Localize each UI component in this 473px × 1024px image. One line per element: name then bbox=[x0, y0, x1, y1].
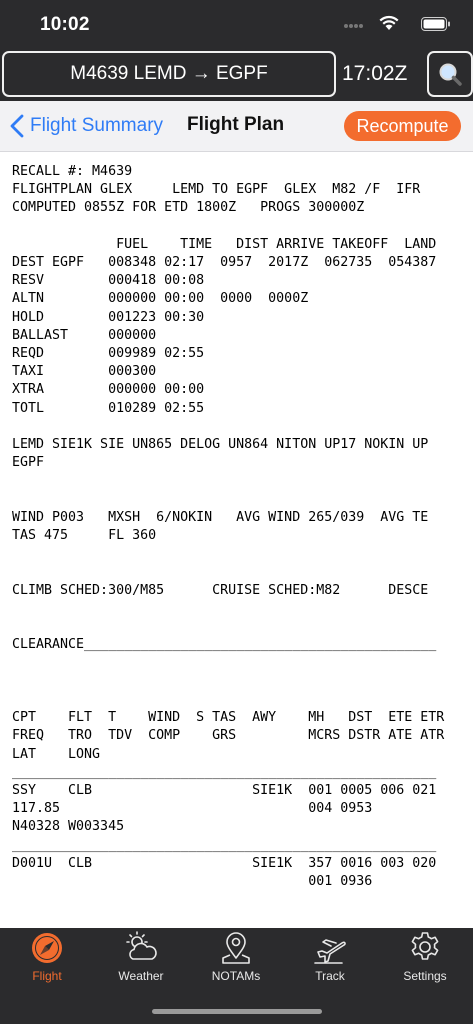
battery-icon bbox=[421, 17, 450, 31]
flight-plan-document[interactable]: RECALL #: M4639 FLIGHTPLAN GLEX LEMD TO … bbox=[0, 152, 473, 928]
flight-plan-line: 001 0936 bbox=[12, 873, 373, 889]
wifi-icon bbox=[379, 15, 399, 30]
tab-track[interactable]: Track bbox=[290, 931, 370, 991]
flight-plan-line: ________________________________________… bbox=[12, 837, 437, 853]
search-icon bbox=[439, 63, 462, 86]
flight-plan-line: COMPUTED 0855Z FOR ETD 1800Z PROGS 30000… bbox=[12, 200, 365, 216]
airplane-icon bbox=[314, 939, 346, 964]
flight-plan-line: WIND P003 MXSH 6/NOKIN AVG WIND 265/039 … bbox=[12, 509, 429, 525]
map-pin-icon bbox=[222, 932, 250, 964]
compass-icon bbox=[32, 933, 62, 963]
flight-plan-line: LAT LONG bbox=[12, 746, 101, 762]
flight-plan-line: 117.85 004 0953 bbox=[12, 801, 373, 817]
flight-route-field[interactable]: M4639 LEMD → EGPF bbox=[2, 51, 336, 97]
back-button[interactable]: Flight Summary bbox=[10, 113, 163, 139]
flight-plan-line: CPT FLT T WIND S TAS AWY MH DST ETE ETR bbox=[12, 710, 445, 726]
flight-plan-line: XTRA 000000 00:00 bbox=[12, 382, 205, 398]
back-button-label: Flight Summary bbox=[30, 115, 164, 136]
page-title: Flight Plan bbox=[187, 114, 285, 135]
tab-notams[interactable]: NOTAMs bbox=[196, 931, 276, 991]
flight-plan-line: REQD 009989 02:55 bbox=[12, 346, 205, 362]
search-button[interactable] bbox=[427, 51, 473, 97]
flight-plan-line: ________________________________________… bbox=[12, 764, 437, 780]
gear-icon bbox=[411, 932, 439, 960]
signal-icon bbox=[344, 24, 363, 28]
zulu-time: 17:02Z bbox=[342, 62, 408, 85]
top-bar: 10:02 M4639 LEMD → EGPF 17:02Z bbox=[0, 0, 473, 101]
tab-flight[interactable]: Flight bbox=[7, 931, 87, 991]
flight-plan-line: CLIMB SCHED:300/M85 CRUISE SCHED:M82 DES… bbox=[12, 582, 429, 598]
recompute-button[interactable]: Recompute bbox=[344, 111, 461, 141]
flight-plan-line: ALTN 000000 00:00 0000 0000Z bbox=[12, 291, 309, 307]
flight-plan-line: CLEARANCE_______________________________… bbox=[12, 637, 437, 653]
flight-plan-line: HOLD 001223 00:30 bbox=[12, 309, 205, 325]
flight-plan-line: BALLAST 000000 bbox=[12, 327, 157, 343]
flight-plan-line: FREQ TRO TDV COMP GRS MCRS DSTR ATE ATR bbox=[12, 728, 445, 744]
home-indicator bbox=[152, 1009, 322, 1014]
tab-settings[interactable]: Settings bbox=[385, 931, 465, 991]
chevron-left-icon bbox=[10, 114, 24, 138]
tab-weather[interactable]: Weather bbox=[101, 931, 181, 991]
flight-plan-line: D001U CLB SIE1K 357 0016 003 020 bbox=[12, 855, 437, 871]
flight-plan-line: TAS 475 FL 360 bbox=[12, 528, 157, 544]
flight-plan-line: RECALL #: M4639 bbox=[12, 164, 133, 179]
status-time: 10:02 bbox=[40, 14, 90, 35]
tab-weather-label: Weather bbox=[118, 969, 164, 983]
flight-plan-text: RECALL #: M4639 FLIGHTPLAN GLEX LEMD TO … bbox=[12, 163, 444, 891]
weather-icon bbox=[126, 931, 157, 960]
flight-plan-line: LEMD SIE1K SIE UN865 DELOG UN864 NITON U… bbox=[12, 437, 429, 453]
flight-plan-line: TOTL 010289 02:55 bbox=[12, 400, 205, 416]
tab-settings-label: Settings bbox=[403, 969, 447, 983]
flight-plan-line: DEST EGPF 008348 02:17 0957 2017Z 062735… bbox=[12, 255, 437, 271]
flight-plan-line: TAXI 000300 bbox=[12, 364, 157, 380]
tab-flight-label: Flight bbox=[32, 969, 62, 983]
tab-track-label: Track bbox=[315, 969, 345, 983]
flight-plan-line: FUEL TIME DIST ARRIVE TAKEOFF LAND bbox=[12, 236, 437, 252]
flight-plan-line: RESV 000418 00:08 bbox=[12, 273, 205, 289]
flight-plan-line: EGPF bbox=[12, 455, 45, 471]
flight-plan-line: SSY CLB SIE1K 001 0005 006 021 bbox=[12, 782, 437, 798]
flight-plan-line: N40328 W003345 bbox=[12, 819, 125, 835]
flight-plan-line: FLIGHTPLAN GLEX LEMD TO EGPF GLEX M82 /F… bbox=[12, 182, 421, 198]
tab-notams-label: NOTAMs bbox=[211, 969, 261, 983]
